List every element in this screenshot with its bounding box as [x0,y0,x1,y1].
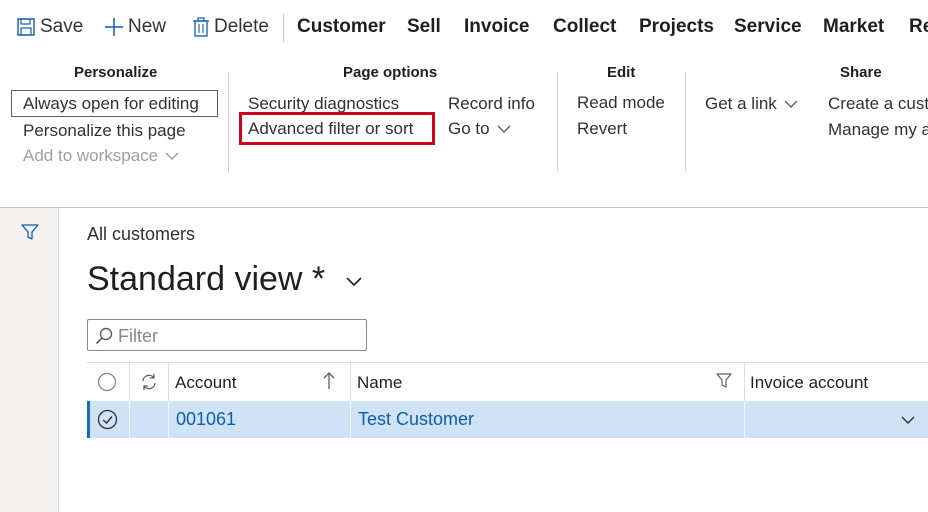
ribbon-divider [685,72,686,172]
select-all-checkbox[interactable] [97,372,117,392]
column-header-invoice-account[interactable]: Invoice account [750,373,868,393]
save-icon [17,18,35,36]
tab-invoice[interactable]: Invoice [464,16,529,38]
column-header-name[interactable]: Name [357,373,402,393]
get-a-link-button[interactable]: Get a link [705,94,799,114]
sort-ascending-icon[interactable] [323,371,335,391]
plus-icon [105,18,123,36]
filter-placeholder: Filter [118,326,158,346]
new-button[interactable]: New [104,16,166,38]
get-a-link-label: Get a link [705,94,777,113]
breadcrumb: All customers [87,224,196,244]
ribbon-divider [228,72,229,172]
chevron-down-icon[interactable] [345,276,363,288]
manage-my-alerts-button[interactable]: Manage my a [828,120,928,140]
chevron-down-icon[interactable] [900,415,916,425]
cell-name[interactable]: Test Customer [358,409,474,430]
filter-input[interactable]: Filter [87,319,367,351]
filter-pane-strip [0,208,59,512]
revert-button[interactable]: Revert [577,119,627,139]
tab-collect[interactable]: Collect [553,16,616,38]
cell-divider [129,401,130,438]
toolbar-divider [283,14,284,42]
row-checkmark-icon[interactable] [97,409,118,430]
column-divider [744,363,745,401]
delete-label: Delete [214,16,269,37]
cell-divider [350,401,351,438]
trash-icon [193,17,209,37]
go-to-label: Go to [448,119,490,138]
cell-account[interactable]: 001061 [176,409,236,430]
save-button[interactable]: Save [16,16,83,38]
table-row[interactable]: 001061 Test Customer [87,401,928,438]
always-open-editing-button[interactable]: Always open for editing [23,94,199,114]
column-divider [350,363,351,401]
tab-re[interactable]: Re [909,16,928,38]
delete-button[interactable]: Delete [192,16,269,38]
group-title-share: Share [840,64,882,81]
security-diagnostics-button[interactable]: Security diagnostics [248,94,399,114]
row-selected-indicator [87,401,90,438]
tab-market[interactable]: Market [823,16,884,38]
create-custom-alert-button[interactable]: Create a cust [828,94,928,114]
filter-icon[interactable] [21,224,39,240]
chevron-down-icon [784,100,798,108]
column-header-account[interactable]: Account [175,373,236,393]
column-divider [168,363,169,401]
tab-projects[interactable]: Projects [639,16,714,38]
column-divider [129,363,130,401]
column-filter-icon[interactable] [716,373,732,388]
chevron-down-icon [497,125,511,133]
tab-sell[interactable]: Sell [407,16,441,38]
tab-service[interactable]: Service [734,16,802,38]
refresh-icon[interactable] [140,373,158,391]
action-bar: Save New Delete Customer Sell Invoice Co… [0,0,928,56]
new-label: New [128,16,167,37]
group-title-page-options: Page options [343,64,438,81]
add-to-workspace-button[interactable]: Add to workspace [23,146,180,166]
group-title-personalize: Personalize [74,64,158,81]
cell-divider [744,401,745,438]
search-icon [95,327,113,345]
ribbon-divider [557,72,558,172]
tab-customer[interactable]: Customer [297,16,386,38]
highlight-annotation-box [239,112,435,145]
add-to-workspace-label: Add to workspace [23,146,159,165]
group-title-edit: Edit [607,64,636,81]
chevron-down-icon [165,152,179,160]
go-to-button[interactable]: Go to [448,119,512,139]
personalize-page-button[interactable]: Personalize this page [23,121,186,141]
view-title[interactable]: Standard view * [87,260,325,299]
record-info-button[interactable]: Record info [448,94,535,114]
cell-divider [168,401,169,438]
grid-header: Account Name Invoice account [87,362,928,402]
read-mode-button[interactable]: Read mode [577,93,665,113]
save-label: Save [40,16,84,37]
